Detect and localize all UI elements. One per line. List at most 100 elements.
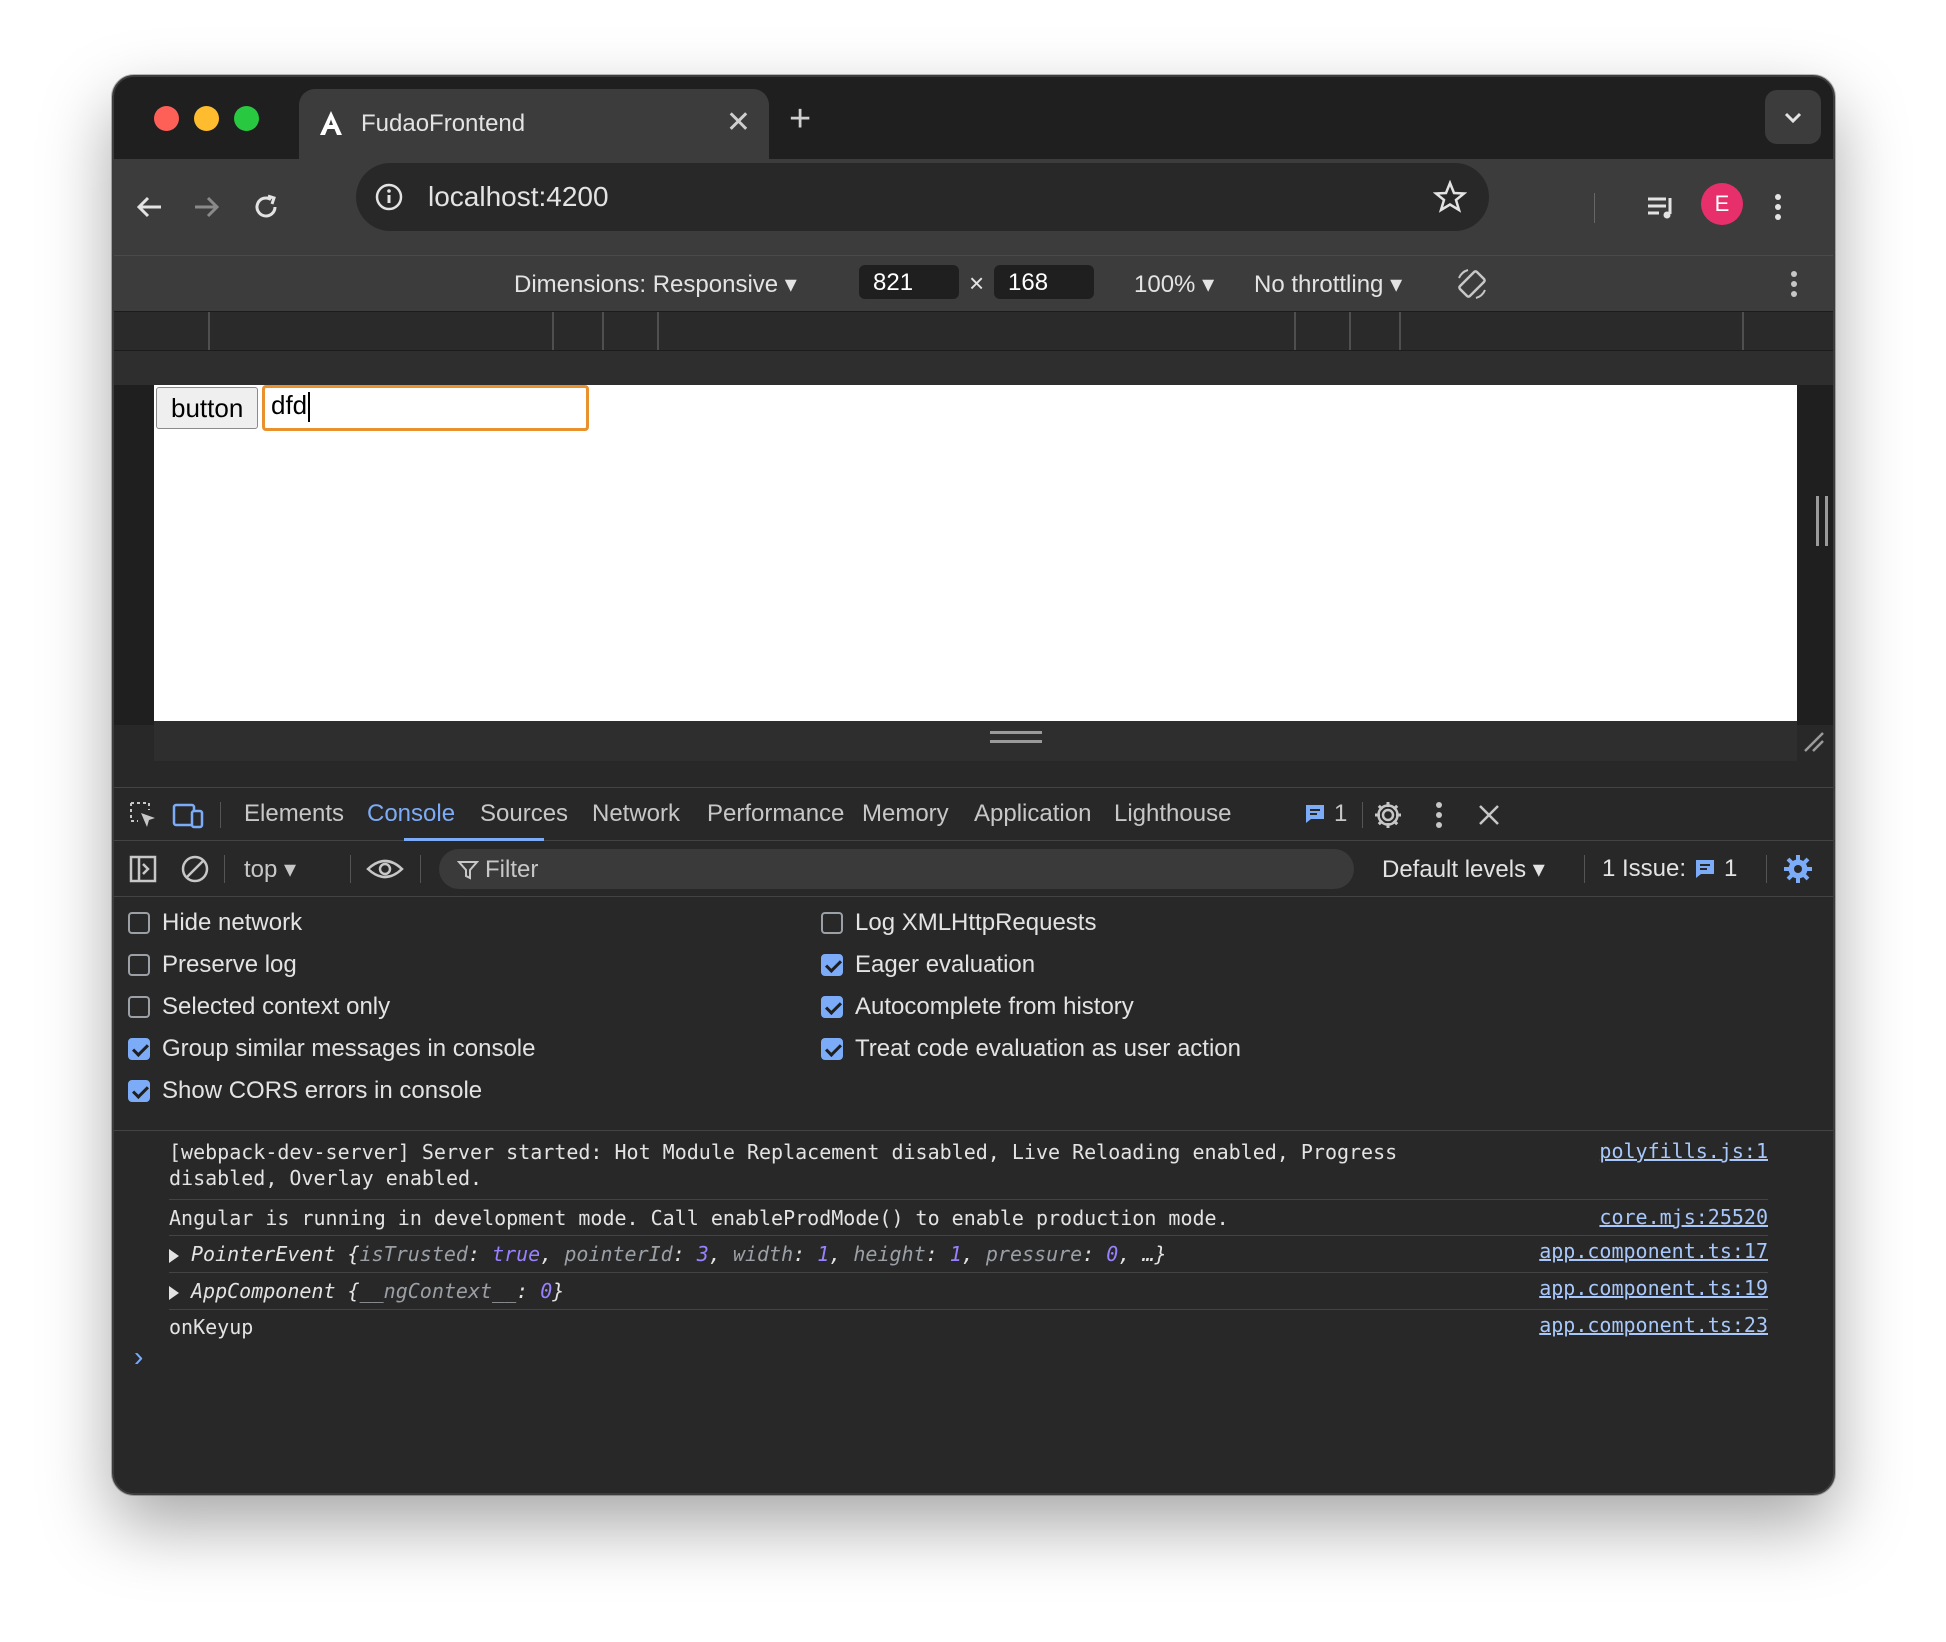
tab-console[interactable]: Console: [367, 800, 455, 828]
console-object-message[interactable]: AppComponent {__ngContext__: 0}: [169, 1278, 1768, 1304]
prop-colon: :: [516, 1279, 541, 1303]
tab-strip: FudaoFrontend ✕ +: [114, 77, 1833, 159]
forward-button[interactable]: [182, 183, 230, 231]
treat-evaluation-user-action-checkbox[interactable]: Treat code evaluation as user action: [821, 1035, 1241, 1063]
tab-lighthouse[interactable]: Lighthouse: [1114, 800, 1231, 828]
prop-value: 1: [817, 1242, 830, 1266]
checkbox-box[interactable]: [821, 954, 843, 976]
filter-input[interactable]: Filter: [439, 849, 1354, 889]
dimensions-label: Dimensions: Responsive: [514, 271, 779, 298]
tab-memory[interactable]: Memory: [862, 800, 949, 828]
reload-button[interactable]: [242, 183, 290, 231]
page-text-input[interactable]: dfd: [262, 385, 589, 431]
tab-network[interactable]: Network: [592, 800, 680, 828]
media-query-ruler[interactable]: [114, 311, 1833, 351]
checkbox-box[interactable]: [821, 1038, 843, 1060]
message-source-link[interactable]: app.component.ts:19: [1539, 1276, 1768, 1300]
message-text-line: disabled, Overlay enabled.: [169, 1166, 483, 1190]
corner-resize-icon[interactable]: [1801, 729, 1827, 755]
log-levels-dropdown[interactable]: Default levels ▾: [1382, 855, 1545, 884]
dropdown-arrow-icon: ▾: [784, 271, 797, 298]
checkbox-box[interactable]: [128, 954, 150, 976]
media-control-button[interactable]: [1637, 183, 1685, 231]
settings-gear-icon[interactable]: [1372, 799, 1404, 831]
back-button[interactable]: [126, 183, 174, 231]
context-selector[interactable]: top ▾: [244, 855, 296, 884]
height-input[interactable]: 168: [994, 265, 1094, 299]
autocomplete-history-checkbox[interactable]: Autocomplete from history: [821, 993, 1134, 1021]
page-input-value: dfd: [271, 390, 308, 420]
maximize-window-button[interactable]: [234, 106, 259, 131]
more-vertical-icon[interactable]: [1434, 800, 1444, 830]
tab-close-icon[interactable]: ✕: [726, 103, 751, 143]
checkbox-box[interactable]: [128, 912, 150, 934]
checkbox-box[interactable]: [128, 1080, 150, 1102]
tab-search-button[interactable]: [1765, 90, 1821, 144]
address-bar[interactable]: localhost:4200: [356, 163, 1489, 231]
expand-triangle-icon[interactable]: [169, 1285, 179, 1300]
site-info-icon[interactable]: [374, 182, 404, 212]
checkbox-label: Group similar messages in console: [162, 1035, 536, 1062]
object-name: PointerEvent: [191, 1242, 336, 1266]
console-object-message[interactable]: PointerEvent {isTrusted: true, pointerId…: [169, 1241, 1768, 1267]
tab-performance[interactable]: Performance: [707, 800, 844, 828]
issues-counter[interactable]: 1 Issue: 1: [1602, 855, 1737, 883]
expand-triangle-icon[interactable]: [169, 1248, 179, 1263]
message-source-link[interactable]: polyfills.js:1: [1599, 1139, 1768, 1163]
checkbox-box[interactable]: [821, 912, 843, 934]
dropdown-arrow-icon: ▾: [1532, 856, 1545, 883]
console-prompt[interactable]: ›: [134, 1341, 143, 1373]
sidebar-toggle-icon[interactable]: [128, 854, 158, 884]
width-input[interactable]: 821: [859, 265, 959, 299]
group-similar-checkbox[interactable]: Group similar messages in console: [128, 1035, 536, 1063]
log-xmlhttprequests-checkbox[interactable]: Log XMLHttpRequests: [821, 909, 1096, 937]
new-tab-button[interactable]: +: [789, 99, 811, 139]
browser-menu-button[interactable]: [1754, 183, 1802, 231]
prop-key: isTrusted: [359, 1242, 468, 1266]
throttling-dropdown[interactable]: No throttling ▾: [1254, 270, 1402, 299]
message-source-link[interactable]: app.component.ts:23: [1539, 1313, 1768, 1337]
page-button[interactable]: button: [156, 387, 259, 429]
viewport-resize-handle-right[interactable]: [1816, 496, 1828, 546]
inspect-element-icon[interactable]: [128, 800, 158, 830]
checkbox-box[interactable]: [821, 996, 843, 1018]
more-vertical-icon[interactable]: [1789, 269, 1799, 299]
show-cors-errors-checkbox[interactable]: Show CORS errors in console: [128, 1077, 482, 1105]
messages-count: 1: [1334, 800, 1348, 827]
eager-evaluation-checkbox[interactable]: Eager evaluation: [821, 951, 1035, 979]
browser-tab[interactable]: FudaoFrontend ✕: [299, 89, 769, 159]
checkbox-label: Hide network: [162, 909, 303, 936]
minimize-window-button[interactable]: [194, 106, 219, 131]
angular-logo-icon: [320, 111, 342, 135]
issues-count: 1: [1724, 855, 1738, 882]
clear-console-icon[interactable]: [180, 854, 210, 884]
checkbox-box[interactable]: [128, 1038, 150, 1060]
live-expression-eye-icon[interactable]: [366, 855, 404, 883]
checkbox-box[interactable]: [128, 996, 150, 1018]
dimensions-dropdown[interactable]: Dimensions: Responsive ▾: [514, 270, 797, 299]
viewport-resize-handle-bottom[interactable]: [990, 731, 1042, 743]
tab-sources[interactable]: Sources: [480, 800, 568, 828]
close-devtools-icon[interactable]: [1476, 802, 1502, 828]
object-brace: {: [347, 1242, 360, 1266]
preserve-log-checkbox[interactable]: Preserve log: [128, 951, 297, 979]
message-source-link[interactable]: core.mjs:25520: [1599, 1205, 1768, 1229]
checkbox-label: Treat code evaluation as user action: [855, 1035, 1242, 1062]
tab-elements[interactable]: Elements: [244, 800, 344, 828]
bookmark-star-icon[interactable]: [1433, 180, 1467, 214]
message-source-link[interactable]: app.component.ts:17: [1539, 1239, 1768, 1263]
close-window-button[interactable]: [154, 106, 179, 131]
checkbox-label: Show CORS errors in console: [162, 1077, 483, 1104]
zoom-label: 100%: [1134, 271, 1196, 298]
zoom-dropdown[interactable]: 100% ▾: [1134, 270, 1214, 299]
messages-counter[interactable]: 1: [1304, 800, 1347, 828]
selected-context-only-checkbox[interactable]: Selected context only: [128, 993, 390, 1021]
rotate-icon[interactable]: [1454, 266, 1490, 302]
tab-application[interactable]: Application: [974, 800, 1091, 828]
message-text: Angular is running in development mode. …: [169, 1206, 1229, 1230]
prop-colon: :: [672, 1242, 697, 1266]
device-toggle-icon[interactable]: [172, 800, 204, 830]
profile-avatar[interactable]: E: [1701, 183, 1743, 225]
hide-network-checkbox[interactable]: Hide network: [128, 909, 302, 937]
console-settings-gear-icon[interactable]: [1782, 853, 1814, 885]
